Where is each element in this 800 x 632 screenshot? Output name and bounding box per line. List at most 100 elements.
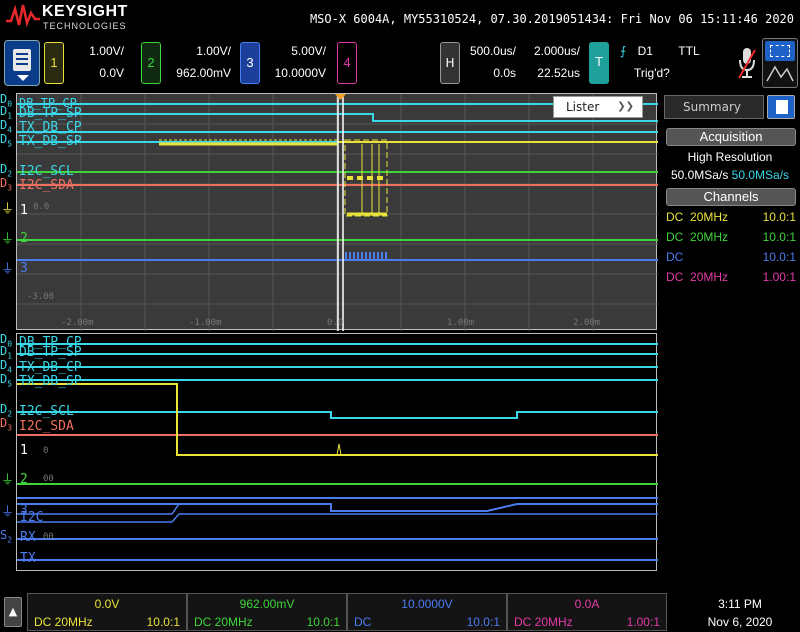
main-label-tx-db-cp: TX_DB_CP xyxy=(19,360,82,375)
summary-tab[interactable]: Summary xyxy=(664,95,764,119)
main-traces xyxy=(17,343,658,561)
channel-4-button[interactable]: 4 xyxy=(337,42,357,84)
main-rx-label: RX xyxy=(20,530,36,545)
zoom-ch2-label: 2 xyxy=(20,231,28,246)
zoom-time-tick: 2.00m xyxy=(573,318,601,328)
main-grid xyxy=(17,343,658,561)
zoom-time-tick: 1.00m xyxy=(447,318,475,328)
zoom-label-db-tp-sp: DB_TP_SP xyxy=(19,106,82,121)
main-label-i2c-scl: I2C_SCL xyxy=(19,404,74,419)
acquisition-rate-1: 50.0MSa/s xyxy=(670,168,729,182)
channel-control-bar: 1 1.00V/ 0.0V 2 1.00V/ 962.00mV 3 5.00V/… xyxy=(0,36,800,90)
main-d5-prefix: D5 xyxy=(0,372,13,389)
acquisition-rates: 50.0MSa/s 50.0MSa/s xyxy=(662,168,798,182)
lister-dropdown[interactable]: Lister ❯❯ xyxy=(553,96,643,118)
tx-db-sp-burst xyxy=(159,139,658,217)
trigger-button[interactable]: T xyxy=(589,42,609,84)
brand-subtitle: TECHNOLOGIES xyxy=(43,21,127,31)
touch-select-button[interactable] xyxy=(762,38,798,88)
channels-header[interactable]: Channels xyxy=(666,188,796,206)
touch-zoom-icon xyxy=(766,65,794,82)
trigger-edge-icon: ⨍ xyxy=(620,44,627,58)
zoom-grid xyxy=(17,94,658,331)
channel-1-button[interactable]: 1 xyxy=(44,42,64,84)
zoom-ch3-ground-icon[interactable]: ⏚ xyxy=(1,263,14,276)
main-ch1-label: 1 xyxy=(20,443,28,458)
zoom-ch1-label: 1 xyxy=(20,203,28,218)
menu-expand-icon xyxy=(17,75,29,81)
main-volt-tick: 0 xyxy=(43,446,49,456)
main-ch2-label: 2 xyxy=(20,472,28,487)
main-s2-prefix: S2 xyxy=(0,528,13,545)
zoom-scale: 500.0us/ xyxy=(469,44,516,58)
zoom-delay: 0.0s xyxy=(493,66,516,80)
home-icon[interactable]: ▲ xyxy=(4,597,22,627)
brand-name: KEYSIGHT xyxy=(42,3,128,20)
summary-sidebar: Summary Acquisition High Resolution 50.0… xyxy=(660,93,800,571)
trigger-settings[interactable]: ⨍ D1 TTL Trig'd? xyxy=(620,42,730,86)
zoom-label-i2c-sda: I2C_SDA xyxy=(19,178,74,193)
zoom-volt-tick: 0.0 xyxy=(33,202,50,212)
main-tx-label: TX xyxy=(20,551,36,566)
channel-3-offset: 10.0000V xyxy=(274,66,326,80)
main-timebase[interactable]: 2.000us/ 22.52us xyxy=(524,42,580,86)
channel-2-settings[interactable]: 1.00V/ 962.00mV xyxy=(165,42,231,86)
acquisition-rate-2: 50.0MSa/s xyxy=(731,168,790,182)
channel-3-button[interactable]: 3 xyxy=(240,42,260,84)
channel-2-offset: 962.00mV xyxy=(176,66,231,80)
microphone-icon[interactable] xyxy=(738,46,756,80)
acquisition-header[interactable]: Acquisition xyxy=(666,128,796,146)
zoom-ch1-ground-icon[interactable]: ⏚ xyxy=(1,203,14,216)
channel-1-offset: 0.0V xyxy=(99,66,124,80)
main-scale: 2.000us/ xyxy=(533,44,580,58)
menu-icon xyxy=(13,49,31,71)
main-ch2-ground-icon[interactable]: ⏚ xyxy=(1,474,14,487)
channel-3-scale: 5.00V/ xyxy=(291,44,326,58)
instrument-info: MSO-X 6004A, MY55310524, 07.30.201905143… xyxy=(309,12,794,26)
bottom-status-bar: ▲ 0.0V DC 20MHz 10.0:1 962.00mV DC 20MHz… xyxy=(0,591,800,632)
channel-3-settings[interactable]: 5.00V/ 10.0000V xyxy=(262,42,326,86)
trigger-status: Trig'd? xyxy=(634,66,670,80)
channel-1-settings[interactable]: 1.00V/ 0.0V xyxy=(68,42,124,86)
main-label-db-tp-sp: DB_TP_SP xyxy=(19,345,82,360)
zoom-ch2-ground-icon[interactable]: ⏚ xyxy=(1,233,14,246)
zoom-label-i2c-scl: I2C_SCL xyxy=(19,164,74,179)
bottom-channel-2[interactable]: 962.00mV DC 20MHz 10.0:1 xyxy=(187,593,347,631)
main-i2c-label: I2C xyxy=(20,510,44,525)
bottom-channel-4[interactable]: 0.0A DC 20MHz 1.00:1 xyxy=(507,593,667,631)
trigger-source: D1 xyxy=(637,44,653,58)
zoom-time-tick: 0.0 xyxy=(327,318,344,328)
main-label-tx-db-sp: TX_DB_SP xyxy=(19,374,82,389)
top-bar: KEYSIGHT TECHNOLOGIES MSO-X 6004A, MY553… xyxy=(0,0,800,36)
main-ch3-ground-icon[interactable]: ⏚ xyxy=(1,506,14,519)
clock: 3:11 PM Nov 6, 2020 xyxy=(690,595,790,631)
chevron-down-icon: ❯❯ xyxy=(617,101,634,112)
bottom-channel-3[interactable]: 10.0000V DC 10.0:1 xyxy=(347,593,507,631)
channel-2-button[interactable]: 2 xyxy=(141,42,161,84)
keysight-logo: KEYSIGHT TECHNOLOGIES xyxy=(6,3,136,33)
main-volt-tick: 00 xyxy=(43,532,54,542)
zoom-d3-prefix: D3 xyxy=(0,176,13,193)
main-waveform-window[interactable]: 0 00 00 xyxy=(16,333,658,571)
zoom-d5-prefix: D5 xyxy=(0,132,13,149)
main-menu-button[interactable] xyxy=(4,40,40,86)
summary-doc-icon[interactable] xyxy=(767,95,795,119)
main-delay: 22.52us xyxy=(537,66,580,80)
zoom-timebase[interactable]: 500.0us/ 0.0s xyxy=(462,42,516,86)
zoom-label-tx-db-sp: TX_DB_SP xyxy=(19,134,82,149)
zoom-ch3-label: 3 xyxy=(20,261,28,276)
channel-1-scale: 1.00V/ xyxy=(89,44,124,58)
channel-2-scale: 1.00V/ xyxy=(196,44,231,58)
main-d3-prefix: D3 xyxy=(0,416,13,433)
zoom-time-tick: -2.00m xyxy=(61,318,94,328)
keysight-wave-icon xyxy=(6,4,40,28)
zoom-volt-tick: -3.00 xyxy=(27,292,55,302)
bottom-channel-1[interactable]: 0.0V DC 20MHz 10.0:1 xyxy=(27,593,187,631)
horizontal-button[interactable]: H xyxy=(440,42,460,84)
zoom-time-tick: -1.00m xyxy=(189,318,222,328)
clock-time: 3:11 PM xyxy=(718,597,762,611)
trigger-level: TTL xyxy=(678,44,700,58)
touch-select-icon xyxy=(765,41,795,61)
lister-label: Lister xyxy=(566,100,600,114)
zoom-waveform-window[interactable]: -2.00m -1.00m 0.0 1.00m 2.00m 0.0 -3.00 xyxy=(16,93,658,331)
